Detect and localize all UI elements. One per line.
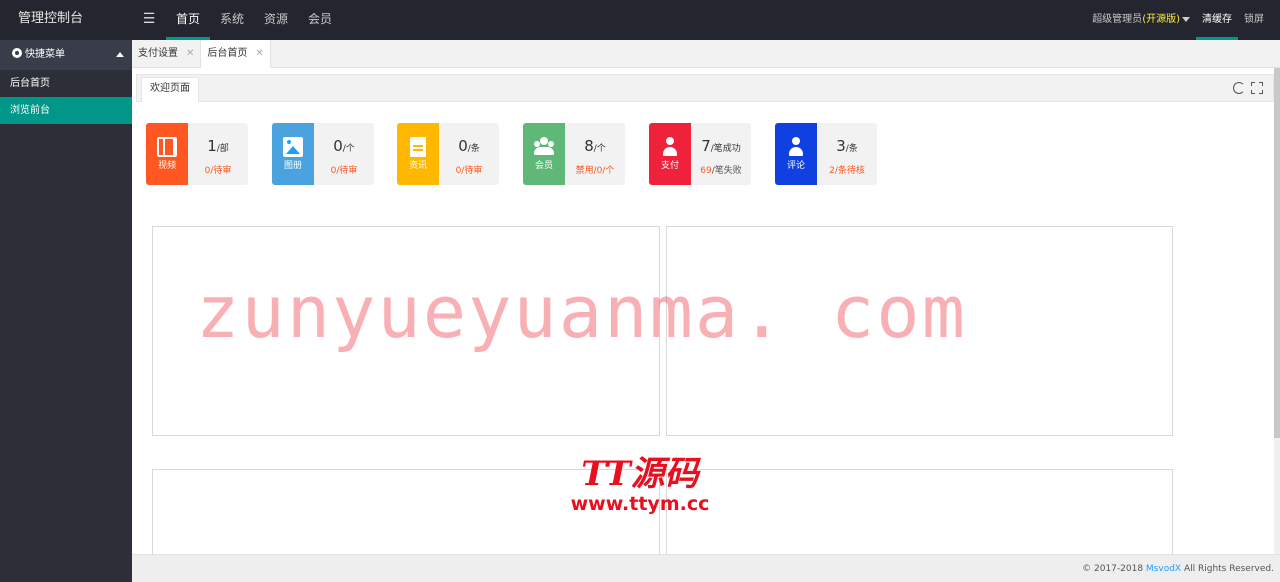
- stat-card-value: 8/个: [584, 137, 606, 155]
- menu-toggle-icon[interactable]: ☰: [140, 10, 158, 28]
- stat-card-value: 1/部: [207, 137, 229, 155]
- sidebar-header[interactable]: 快捷菜单: [0, 40, 132, 70]
- image-icon: [283, 137, 303, 157]
- top-nav-members[interactable]: 会员: [298, 0, 342, 40]
- stat-card-subtext: 69/笔失败: [700, 166, 742, 176]
- stat-card-subtext: 0/待审: [330, 166, 358, 176]
- user-menu[interactable]: 超级管理员(开源版): [1086, 0, 1196, 40]
- tab-label: 支付设置: [138, 48, 178, 59]
- stat-card-icon-block: 评论: [775, 123, 817, 185]
- tab-welcome[interactable]: 欢迎页面: [141, 77, 199, 102]
- stat-card-albums[interactable]: 图册 0/个 0/待审: [272, 123, 374, 185]
- footer-brand-link[interactable]: MsvodX: [1146, 564, 1181, 574]
- stat-card-label: 视频: [157, 161, 176, 171]
- stat-card-members[interactable]: 会员 8/个 禁用/0/个: [523, 123, 625, 185]
- stat-card-label: 支付: [660, 161, 679, 171]
- lock-screen-button[interactable]: 锁屏: [1238, 0, 1270, 40]
- top-nav: 首页 系统 资源 会员: [166, 0, 342, 40]
- chevron-up-icon: [116, 52, 124, 57]
- tab-admin-home[interactable]: 后台首页 ✕: [201, 40, 271, 68]
- users-icon: [534, 137, 554, 157]
- stat-card-value: 7/笔成功: [701, 137, 741, 155]
- gear-icon: [12, 48, 22, 58]
- stat-card-subtext: 0/待审: [204, 166, 232, 176]
- footer-rights: All Rights Reserved.: [1183, 564, 1274, 574]
- tab-label: 后台首页: [207, 47, 248, 59]
- top-right-menu: 超级管理员(开源版) 清缓存 锁屏: [1086, 0, 1270, 40]
- inner-tab-bar: 欢迎页面: [136, 74, 1274, 102]
- sidebar-item-browse-frontend[interactable]: 浏览前台: [0, 97, 132, 124]
- chevron-down-icon: [1182, 16, 1190, 22]
- close-icon[interactable]: ✕: [186, 41, 194, 67]
- top-nav-home[interactable]: 首页: [166, 0, 211, 40]
- watermark-logo-url: www.ttym.cc: [570, 493, 710, 515]
- stat-card-comments[interactable]: 评论 3/条 2/条待核: [775, 123, 877, 185]
- stat-card-icon-block: 资讯: [397, 123, 439, 185]
- footer: © 2017-2018 MsvodX All Rights Reserved.: [132, 554, 1280, 582]
- refresh-icon[interactable]: [1233, 82, 1245, 94]
- footer-copyright: © 2017-2018: [1082, 564, 1144, 574]
- scrollbar-thumb[interactable]: [1274, 68, 1280, 438]
- film-icon: [157, 137, 177, 157]
- tabs-bar: 支付设置 ✕ 后台首页 ✕: [132, 40, 1280, 68]
- stat-card-label: 图册: [283, 161, 302, 171]
- stat-card-subtext: 2/条待核: [829, 166, 865, 176]
- app-title: 管理控制台: [18, 11, 84, 26]
- vertical-scrollbar[interactable]: [1274, 68, 1280, 554]
- edition-badge: (开源版): [1142, 14, 1180, 25]
- stat-card-payments[interactable]: 支付 7/笔成功 69/笔失败: [649, 123, 751, 185]
- watermark-logo: TT源码 www.ttym.cc: [560, 455, 720, 515]
- watermark-text: zunyueyuanma. com: [196, 270, 967, 354]
- stat-card-value: 3/条: [836, 137, 858, 155]
- sidebar: 快捷菜单 后台首页 浏览前台: [0, 40, 132, 582]
- stat-card-subtext: 0/待审: [455, 166, 483, 176]
- stat-card-value: 0/条: [458, 137, 480, 155]
- top-nav-system[interactable]: 系统: [210, 0, 254, 40]
- stat-card-icon-block: 会员: [523, 123, 565, 185]
- top-bar: 管理控制台 ☰ 首页 系统 资源 会员 超级管理员(开源版) 清缓存 锁屏: [0, 0, 1280, 40]
- fullscreen-icon[interactable]: [1251, 82, 1263, 94]
- sidebar-item-admin-home[interactable]: 后台首页: [0, 70, 132, 97]
- stat-card-label: 会员: [534, 161, 553, 171]
- stat-card-icon-block: 图册: [272, 123, 314, 185]
- user-icon: [786, 137, 806, 157]
- top-nav-resources[interactable]: 资源: [254, 0, 298, 40]
- watermark-logo-text: TT源码: [581, 454, 699, 494]
- document-icon: [410, 137, 426, 157]
- stat-card-value: 0/个: [333, 137, 355, 155]
- stat-card-subtext: 禁用/0/个: [575, 166, 615, 176]
- stat-card-label: 资讯: [408, 161, 427, 171]
- tab-payment-settings[interactable]: 支付设置 ✕: [132, 40, 202, 68]
- stat-card-videos[interactable]: 视频 1/部 0/待审: [146, 123, 248, 185]
- clear-cache-button[interactable]: 清缓存: [1196, 0, 1238, 40]
- stat-card-news[interactable]: 资讯 0/条 0/待审: [397, 123, 499, 185]
- chart-panel: [666, 469, 1173, 559]
- stat-card-label: 评论: [786, 161, 805, 171]
- user-icon: [660, 137, 680, 157]
- stat-card-icon-block: 视频: [146, 123, 188, 185]
- close-icon[interactable]: ✕: [255, 41, 263, 67]
- user-name: 超级管理员: [1092, 14, 1143, 25]
- sidebar-header-label: 快捷菜单: [25, 49, 65, 60]
- stat-card-icon-block: 支付: [649, 123, 691, 185]
